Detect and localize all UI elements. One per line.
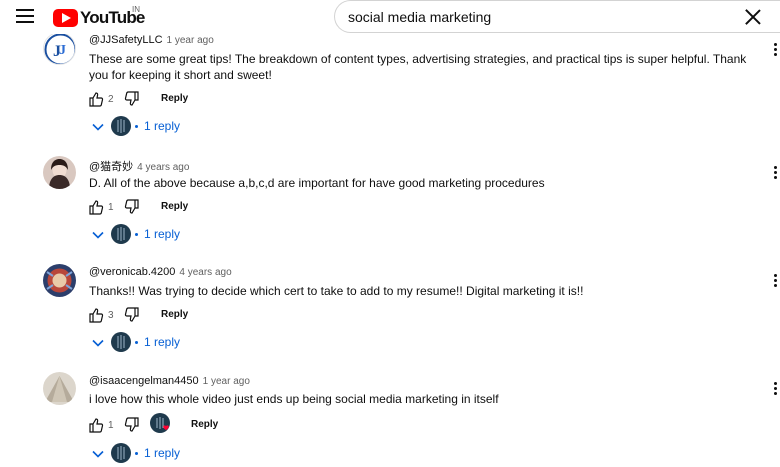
dislike-icon[interactable]	[124, 199, 140, 215]
reply-count-link[interactable]: 1 reply	[144, 227, 180, 241]
dislike-icon[interactable]	[124, 307, 140, 323]
like-count: 2	[108, 94, 114, 105]
comment-author[interactable]: @猫奇妙	[89, 161, 133, 173]
avatar[interactable]	[43, 156, 76, 189]
reply-count-link[interactable]: 1 reply	[144, 119, 180, 133]
like-icon[interactable]	[88, 417, 104, 433]
comment-time[interactable]: 1 year ago	[203, 376, 250, 387]
chevron-down-icon	[92, 231, 104, 239]
search-input[interactable]: social media marketing	[334, 0, 780, 33]
avatar[interactable]: JJ	[43, 32, 76, 65]
avatar[interactable]	[43, 372, 76, 405]
reply-button[interactable]: Reply	[161, 309, 188, 320]
creator-avatar	[111, 116, 131, 136]
separator-dot	[135, 233, 138, 236]
hamburger-menu-icon[interactable]	[16, 9, 34, 25]
comment-author[interactable]: @veronicab.4200	[89, 266, 175, 278]
comment-time[interactable]: 1 year ago	[167, 35, 214, 46]
reply-button[interactable]: Reply	[161, 201, 188, 212]
separator-dot	[135, 452, 138, 455]
separator-dot	[135, 341, 138, 344]
more-actions-icon[interactable]	[774, 166, 778, 180]
comment-text: i love how this whole video just ends up…	[89, 392, 499, 406]
comment-author-line: @猫奇妙 4 years ago	[89, 158, 189, 174]
comment-text: Thanks!! Was trying to decide which cert…	[89, 284, 584, 298]
country-code: IN	[132, 5, 140, 14]
creator-avatar	[111, 443, 131, 463]
comment-author-line: @JJSafetyLLC 1 year ago	[89, 34, 214, 46]
youtube-logo[interactable]: YouTube	[53, 8, 145, 28]
search-query: social media marketing	[348, 9, 492, 25]
top-bar: YouTube IN social media marketing	[0, 0, 780, 34]
comment-time[interactable]: 4 years ago	[179, 267, 231, 278]
like-count: 1	[108, 420, 114, 431]
reply-button[interactable]: Reply	[161, 93, 188, 104]
more-actions-icon[interactable]	[774, 274, 778, 288]
more-actions-icon[interactable]	[774, 382, 778, 396]
like-count: 1	[108, 202, 114, 213]
creator-avatar	[111, 224, 131, 244]
youtube-play-icon	[53, 9, 78, 27]
comment-author-line: @veronicab.4200 4 years ago	[89, 266, 232, 278]
dislike-icon[interactable]	[124, 91, 140, 107]
comment-text: These are some great tips! The breakdown…	[89, 52, 747, 82]
like-icon[interactable]	[88, 91, 104, 107]
comment-author-line: @isaacengelman4450 1 year ago	[89, 375, 250, 387]
like-icon[interactable]	[88, 199, 104, 215]
creator-avatar	[111, 332, 131, 352]
comment-author[interactable]: @isaacengelman4450	[89, 375, 199, 387]
avatar[interactable]	[43, 264, 76, 297]
chevron-down-icon	[92, 123, 104, 131]
clear-search-icon[interactable]	[745, 9, 761, 25]
like-icon[interactable]	[88, 307, 104, 323]
dislike-icon[interactable]	[124, 417, 140, 433]
separator-dot	[135, 125, 138, 128]
comment-author[interactable]: @JJSafetyLLC	[89, 34, 163, 46]
creator-heart-badge	[150, 413, 172, 435]
reply-button[interactable]: Reply	[191, 419, 218, 430]
svg-text:J: J	[59, 43, 66, 58]
comment-time[interactable]: 4 years ago	[137, 162, 189, 173]
like-count: 3	[108, 310, 114, 321]
chevron-down-icon	[92, 339, 104, 347]
more-actions-icon[interactable]	[774, 43, 778, 57]
reply-count-link[interactable]: 1 reply	[144, 446, 180, 460]
reply-count-link[interactable]: 1 reply	[144, 335, 180, 349]
chevron-down-icon	[92, 450, 104, 458]
comment-text: D. All of the above because a,b,c,d are …	[89, 176, 545, 190]
